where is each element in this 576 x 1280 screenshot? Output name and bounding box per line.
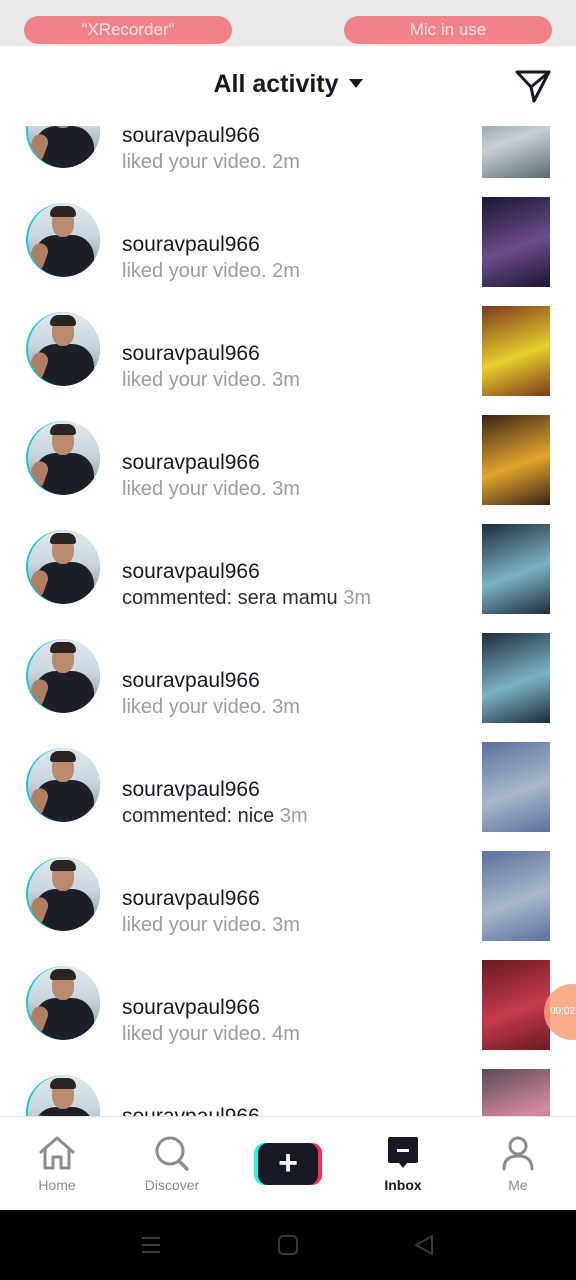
nav-me[interactable]: Me — [470, 1117, 566, 1211]
avatar[interactable] — [26, 966, 100, 1040]
nav-home[interactable]: Home — [9, 1117, 105, 1211]
username[interactable]: souravpaul966 — [122, 778, 260, 802]
inbox-icon — [388, 1137, 418, 1168]
person-icon — [502, 1136, 534, 1171]
activity-list[interactable]: souravpaul966 liked your video. 2m soura… — [0, 126, 576, 1116]
page-title: All activity — [213, 70, 339, 98]
nav-inbox[interactable]: Inbox — [355, 1117, 451, 1211]
activity-row[interactable]: souravpaul966 liked your video. 4m — [0, 933, 576, 1050]
activity-row[interactable]: souravpaul966 commented: nice 3m — [0, 715, 576, 832]
username[interactable]: souravpaul966 — [122, 996, 260, 1020]
bottom-nav: Home Discover + Inbox Me — [0, 1116, 576, 1210]
username[interactable]: souravpaul966 — [122, 560, 260, 584]
video-thumbnail[interactable] — [482, 524, 550, 614]
nav-inbox-label: Inbox — [384, 1177, 422, 1193]
video-thumbnail[interactable] — [482, 960, 550, 1050]
activity-row[interactable]: souravpaul966 commented: sera mamu 3m — [0, 497, 576, 614]
menu-icon[interactable] — [140, 1234, 162, 1256]
video-thumbnail[interactable] — [482, 633, 550, 723]
nav-discover[interactable]: Discover — [124, 1117, 220, 1211]
header: All activity — [0, 46, 576, 126]
home-icon — [39, 1136, 75, 1170]
nav-me-label: Me — [508, 1177, 528, 1193]
caret-down-icon — [348, 79, 363, 88]
video-thumbnail[interactable] — [482, 415, 550, 505]
username[interactable]: souravpaul966 — [122, 887, 260, 911]
username[interactable]: souravpaul966 — [122, 451, 260, 475]
recorder-bar: "XRecorder" Mic in use — [0, 0, 576, 46]
activity-row[interactable]: souravpaul966 liked your video. 2m — [0, 126, 576, 178]
avatar[interactable] — [26, 312, 100, 386]
back-icon[interactable] — [413, 1234, 435, 1256]
activity-row[interactable]: souravpaul966 liked your video. 3m — [0, 606, 576, 723]
avatar[interactable] — [26, 857, 100, 931]
search-icon — [155, 1136, 189, 1171]
home-square-icon[interactable] — [277, 1234, 299, 1256]
video-thumbnail[interactable] — [482, 851, 550, 941]
video-thumbnail[interactable] — [482, 197, 550, 287]
avatar[interactable] — [26, 530, 100, 604]
video-thumbnail[interactable] — [482, 1069, 550, 1116]
video-thumbnail[interactable] — [482, 742, 550, 832]
system-nav-bar — [0, 1210, 576, 1280]
avatar[interactable] — [26, 421, 100, 495]
activity-row[interactable]: souravpaul966 liked your video. 3m — [0, 388, 576, 505]
avatar[interactable] — [26, 639, 100, 713]
username[interactable]: souravpaul966 — [122, 233, 260, 257]
avatar[interactable] — [26, 748, 100, 822]
activity-row[interactable]: souravpaul966 liked your video. 2m — [0, 170, 576, 287]
video-thumbnail[interactable] — [482, 306, 550, 396]
username[interactable]: souravpaul966 — [122, 1105, 260, 1116]
avatar[interactable] — [26, 1075, 100, 1116]
activity-row[interactable]: souravpaul966 liked your video. 3m — [0, 824, 576, 941]
activity-row[interactable]: souravpaul966 liked your video. 3m — [0, 279, 576, 396]
avatar[interactable] — [26, 203, 100, 277]
nav-discover-label: Discover — [144, 1177, 200, 1193]
activity-filter-dropdown[interactable]: All activity — [0, 70, 576, 99]
username[interactable]: souravpaul966 — [122, 669, 260, 693]
paper-plane-icon[interactable] — [514, 68, 552, 104]
activity-row[interactable]: souravpaul966 — [0, 1042, 576, 1116]
username[interactable]: souravpaul966 — [122, 342, 260, 366]
avatar[interactable] — [26, 126, 100, 168]
username[interactable]: souravpaul966 — [122, 126, 260, 148]
xrecorder-pill[interactable]: "XRecorder" — [24, 16, 232, 44]
nav-home-label: Home — [38, 1177, 76, 1193]
plus-icon: + — [258, 1143, 318, 1185]
create-video-button[interactable]: + — [254, 1143, 322, 1185]
mic-in-use-pill[interactable]: Mic in use — [344, 16, 552, 44]
